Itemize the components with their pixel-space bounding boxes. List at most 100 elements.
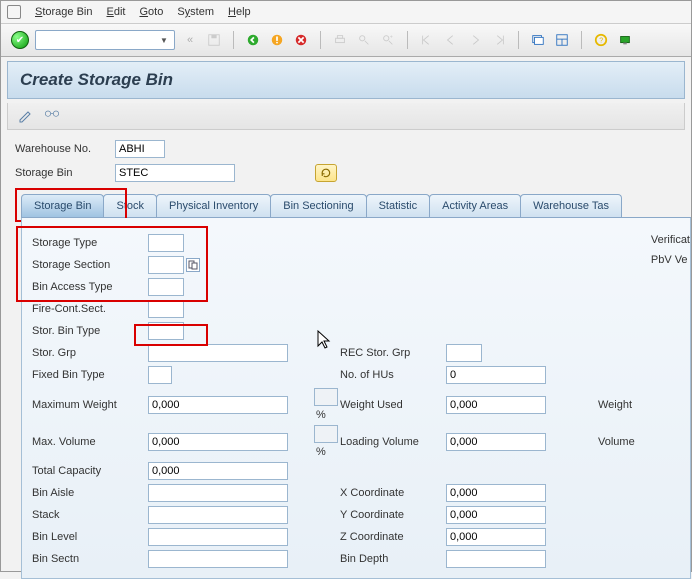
svg-text:?: ?: [599, 38, 603, 45]
total-capacity-field[interactable]: [148, 462, 288, 480]
bin-level-field[interactable]: [148, 528, 288, 546]
edit-icon[interactable]: [18, 108, 34, 124]
volume-right-label: Volume: [598, 436, 678, 448]
svg-text:+: +: [390, 34, 393, 40]
stor-bin-type-field[interactable]: [148, 322, 184, 340]
z-coord-field[interactable]: [446, 528, 546, 546]
storage-bin-label: Storage Bin: [15, 167, 115, 179]
find-icon: [355, 31, 373, 49]
loading-volume-field[interactable]: [446, 433, 546, 451]
tab-warehouse-tasks[interactable]: Warehouse Tas: [520, 194, 622, 217]
tab-storage-bin[interactable]: Storage Bin: [21, 194, 104, 217]
fixed-bin-type-field[interactable]: [148, 366, 172, 384]
stor-bin-type-label: Stor. Bin Type: [32, 325, 142, 337]
stack-field[interactable]: [148, 506, 288, 524]
fire-cont-sect-field[interactable]: [148, 300, 184, 318]
help-icon[interactable]: ?: [592, 31, 610, 49]
menubar: Storage Bin Edit Goto System Help: [1, 1, 691, 24]
save-icon[interactable]: [205, 31, 223, 49]
max-volume-field[interactable]: [148, 433, 288, 451]
storage-section-field[interactable]: [148, 256, 184, 274]
ok-icon[interactable]: ✔: [11, 31, 29, 49]
stor-grp-field[interactable]: [148, 344, 288, 362]
bin-aisle-field[interactable]: [148, 484, 288, 502]
bin-access-type-field[interactable]: [148, 278, 184, 296]
tab-statistic[interactable]: Statistic: [366, 194, 431, 217]
right-cut-labels: Verificat PbV Ve: [651, 234, 690, 266]
warehouse-no-label: Warehouse No.: [15, 143, 115, 155]
menu-system[interactable]: System: [177, 6, 214, 18]
header-fields: Warehouse No. Storage Bin: [1, 130, 691, 188]
storage-bin-field[interactable]: [115, 164, 235, 182]
unit-box[interactable]: [314, 388, 338, 406]
bin-aisle-label: Bin Aisle: [32, 487, 142, 499]
first-page-icon: [418, 31, 436, 49]
print-icon: [331, 31, 349, 49]
exit-icon[interactable]: [268, 31, 286, 49]
storage-type-label: Storage Type: [32, 237, 142, 249]
tab-stock[interactable]: Stock: [103, 194, 157, 217]
menu-storage-bin[interactable]: Storage Bin: [35, 6, 93, 18]
stor-grp-label: Stor. Grp: [32, 347, 142, 359]
process-button[interactable]: [315, 164, 337, 182]
tab-activity-areas[interactable]: Activity Areas: [429, 194, 521, 217]
menu-edit[interactable]: Edit: [107, 6, 126, 18]
maximum-weight-field[interactable]: [148, 396, 288, 414]
loading-volume-label: Loading Volume: [340, 436, 440, 448]
z-coord-label: Z Coordinate: [340, 531, 440, 543]
y-coord-label: Y Coordinate: [340, 509, 440, 521]
storage-type-field[interactable]: [148, 234, 184, 252]
tabstrip-wrap: Storage Bin Stock Physical Inventory Bin…: [21, 194, 691, 579]
bin-access-type-label: Bin Access Type: [32, 281, 142, 293]
back-chevrons-icon: «: [181, 31, 199, 49]
find-next-icon: +: [379, 31, 397, 49]
command-field[interactable]: ▼: [35, 30, 175, 50]
pbv-ver-label: PbV Ve: [651, 254, 690, 266]
max-volume-label: Max. Volume: [32, 436, 142, 448]
tab-bin-sectioning[interactable]: Bin Sectioning: [270, 194, 366, 217]
warehouse-no-field[interactable]: [115, 140, 165, 158]
app-toolbar: [7, 103, 685, 130]
layout-icon[interactable]: [553, 31, 571, 49]
tab-physical-inventory[interactable]: Physical Inventory: [156, 194, 271, 217]
weight-used-field[interactable]: [446, 396, 546, 414]
tabstrip: Storage Bin Stock Physical Inventory Bin…: [21, 194, 691, 218]
back-icon[interactable]: [244, 31, 262, 49]
weight-used-label: Weight Used: [340, 399, 440, 411]
no-of-hus-field[interactable]: [446, 366, 546, 384]
cancel-icon[interactable]: [292, 31, 310, 49]
cursor-icon: [316, 329, 332, 351]
fire-cont-sect-label: Fire-Cont.Sect.: [32, 303, 142, 315]
storage-section-label: Storage Section: [32, 259, 142, 271]
glasses-icon[interactable]: [44, 108, 60, 124]
bin-depth-label: Bin Depth: [340, 553, 440, 565]
page-title: Create Storage Bin: [7, 61, 685, 99]
stack-label: Stack: [32, 509, 142, 521]
y-coord-field[interactable]: [446, 506, 546, 524]
rec-stor-grp-label: REC Stor. Grp: [340, 347, 440, 359]
system-menu-icon[interactable]: [7, 5, 21, 19]
unit-box-2[interactable]: [314, 425, 338, 443]
bin-sectn-field[interactable]: [148, 550, 288, 568]
rec-stor-grp-field[interactable]: [446, 344, 482, 362]
f4help-icon[interactable]: [186, 258, 200, 272]
prev-page-icon: [442, 31, 460, 49]
menu-goto[interactable]: Goto: [139, 6, 163, 18]
total-capacity-label: Total Capacity: [32, 465, 142, 477]
bin-level-label: Bin Level: [32, 531, 142, 543]
new-session-icon[interactable]: [529, 31, 547, 49]
verificat-label: Verificat: [651, 234, 690, 246]
bin-depth-field[interactable]: [446, 550, 546, 568]
bin-sectn-label: Bin Sectn: [32, 553, 142, 565]
maximum-weight-label: Maximum Weight: [32, 399, 142, 411]
chevron-down-icon[interactable]: ▼: [157, 33, 171, 47]
x-coord-field[interactable]: [446, 484, 546, 502]
menu-help[interactable]: Help: [228, 6, 251, 18]
tab-body: Verificat PbV Ve Storage Type Storage Se…: [21, 218, 691, 579]
last-page-icon: [490, 31, 508, 49]
x-coord-label: X Coordinate: [340, 487, 440, 499]
fixed-bin-type-label: Fixed Bin Type: [32, 369, 142, 381]
weight-right-label: Weight: [598, 399, 678, 411]
no-of-hus-label: No. of HUs: [340, 369, 440, 381]
customize-icon[interactable]: [616, 31, 634, 49]
